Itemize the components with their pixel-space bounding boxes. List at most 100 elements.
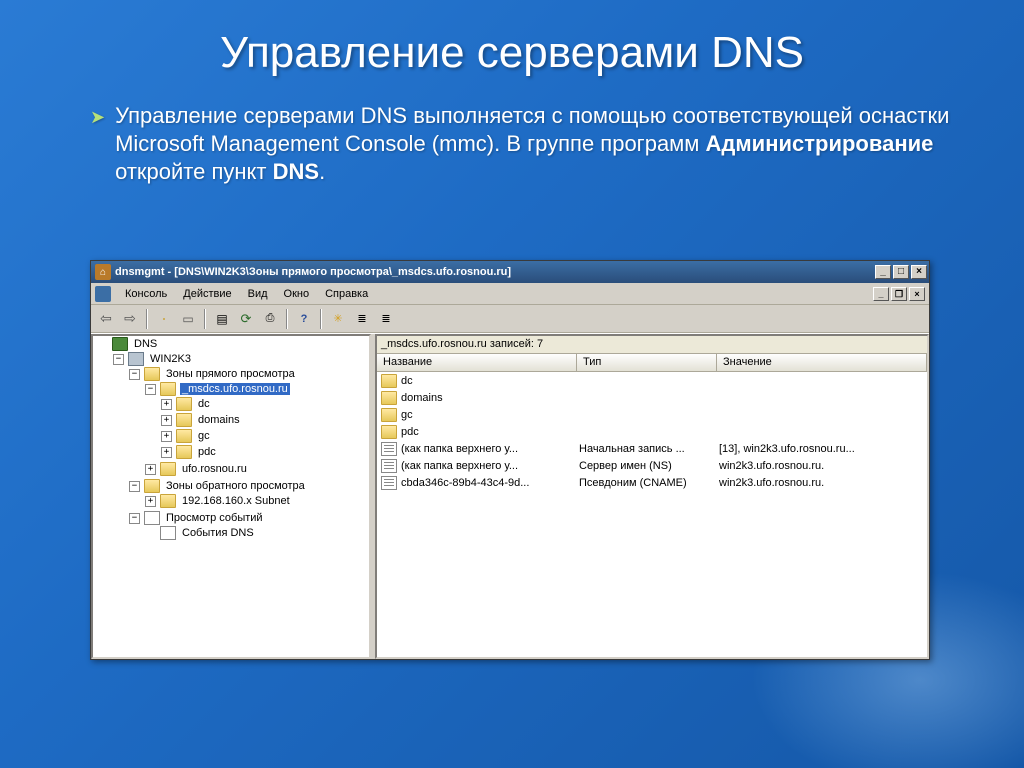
mdi-minimize-button[interactable]: _ (873, 287, 889, 301)
window-title: dnsmgmt - [DNS\WIN2K3\Зоны прямого просм… (115, 266, 511, 278)
mmc-window: ⌂ dnsmgmt - [DNS\WIN2K3\Зоны прямого про… (90, 260, 930, 660)
list-header: Название Тип Значение (377, 354, 927, 372)
tree-item[interactable]: ufo.rosnou.ru (180, 463, 249, 475)
bullet-text-bold: Администрирование (706, 131, 934, 156)
tree-selected-zone[interactable]: _msdcs.ufo.rosnou.ru (180, 383, 290, 395)
folder-icon (176, 397, 192, 411)
export-button[interactable] (259, 308, 281, 330)
view-list-button[interactable] (351, 308, 373, 330)
col-name[interactable]: Название (377, 354, 577, 371)
menubar: Консоль Действие Вид Окно Справка _ ❐ × (91, 283, 929, 305)
expand-icon[interactable]: + (161, 399, 172, 410)
toolbar-separator (320, 309, 322, 329)
view-detail-button[interactable] (375, 308, 397, 330)
zone-icon (160, 462, 176, 476)
expand-icon[interactable]: + (161, 431, 172, 442)
bullet-marker-icon: ➤ (90, 106, 105, 186)
cell-value: win2k3.ufo.rosnou.ru. (719, 460, 923, 472)
record-icon (381, 442, 397, 456)
cell-name: cbda346c-89b4-43c4-9d... (401, 477, 579, 489)
toolbar-separator (286, 309, 288, 329)
folder-icon (176, 413, 192, 427)
tree-item[interactable]: gc (196, 430, 212, 442)
cell-name: dc (401, 375, 579, 387)
list-body[interactable]: dc domains gc pdc (как папка верхнего у.… (377, 372, 927, 657)
list-item[interactable]: (как папка верхнего у...Начальная запись… (377, 440, 927, 457)
record-icon (381, 476, 397, 490)
help-button[interactable] (293, 308, 315, 330)
folder-icon (144, 367, 160, 381)
minimize-button[interactable]: _ (875, 265, 891, 279)
mdi-restore-button[interactable]: ❐ (891, 287, 907, 301)
cell-value: [13], win2k3.ufo.rosnou.ru... (719, 443, 923, 455)
list-item[interactable]: (как папка верхнего у...Сервер имен (NS)… (377, 457, 927, 474)
col-value[interactable]: Значение (717, 354, 927, 371)
bullet-text-part: откройте пункт (115, 159, 273, 184)
tree-forward-zones[interactable]: Зоны прямого просмотра (164, 368, 297, 380)
folder-icon (176, 429, 192, 443)
cell-value: win2k3.ufo.rosnou.ru. (719, 477, 923, 489)
forward-button[interactable] (119, 308, 141, 330)
tree-reverse-zones[interactable]: Зоны обратного просмотра (164, 480, 307, 492)
menu-view[interactable]: Вид (240, 286, 276, 302)
events-icon (144, 511, 160, 525)
folder-icon (176, 445, 192, 459)
col-type[interactable]: Тип (577, 354, 717, 371)
dns-root-icon (112, 337, 128, 351)
path-bar: _msdcs.ufo.rosnou.ru записей: 7 (377, 336, 927, 354)
tree-events[interactable]: Просмотр событий (164, 512, 265, 524)
bullet-text-part: . (319, 159, 325, 184)
folder-icon (381, 391, 397, 405)
cell-type: Начальная запись ... (579, 443, 719, 455)
collapse-icon[interactable]: − (145, 384, 156, 395)
refresh-button[interactable] (235, 308, 257, 330)
mdi-close-button[interactable]: × (909, 287, 925, 301)
maximize-button[interactable]: □ (893, 265, 909, 279)
list-item[interactable]: pdc (377, 423, 927, 440)
collapse-icon[interactable]: − (129, 481, 140, 492)
expand-icon[interactable]: + (161, 447, 172, 458)
folder-icon (144, 479, 160, 493)
cell-name: (как папка верхнего у... (401, 443, 579, 455)
tree-item[interactable]: События DNS (180, 527, 256, 539)
tree-item[interactable]: dc (196, 398, 212, 410)
collapse-icon[interactable]: − (113, 354, 124, 365)
new-button[interactable] (327, 308, 349, 330)
collapse-icon[interactable]: − (129, 369, 140, 380)
record-icon (381, 459, 397, 473)
tree-root[interactable]: DNS (132, 338, 159, 350)
cell-type: Псевдоним (CNAME) (579, 477, 719, 489)
tree-item[interactable]: 192.168.160.x Subnet (180, 495, 292, 507)
list-pane: _msdcs.ufo.rosnou.ru записей: 7 Название… (375, 334, 929, 659)
list-item[interactable]: cbda346c-89b4-43c4-9d...Псевдоним (CNAME… (377, 474, 927, 491)
back-button[interactable] (95, 308, 117, 330)
slide-bullet: ➤ Управление серверами DNS выполняется с… (0, 88, 1024, 186)
cell-name: (как папка верхнего у... (401, 460, 579, 472)
zone-icon (160, 382, 176, 396)
server-icon (128, 352, 144, 366)
list-item[interactable]: domains (377, 389, 927, 406)
tree-item[interactable]: domains (196, 414, 242, 426)
close-button[interactable]: × (911, 265, 927, 279)
cell-type: Сервер имен (NS) (579, 460, 719, 472)
up-button[interactable] (153, 308, 175, 330)
expand-icon[interactable]: + (145, 496, 156, 507)
tree-pane[interactable]: DNS −WIN2K3 −Зоны прямого просмотра −_ms… (91, 334, 371, 659)
tree-item[interactable]: pdc (196, 446, 218, 458)
list-item[interactable]: dc (377, 372, 927, 389)
console-icon (95, 286, 111, 302)
menu-help[interactable]: Справка (317, 286, 376, 302)
expand-icon[interactable]: + (161, 415, 172, 426)
menu-console[interactable]: Консоль (117, 286, 175, 302)
folder-icon (381, 374, 397, 388)
tree-server[interactable]: WIN2K3 (148, 353, 193, 365)
properties-button[interactable] (211, 308, 233, 330)
list-item[interactable]: gc (377, 406, 927, 423)
collapse-icon[interactable]: − (129, 513, 140, 524)
titlebar[interactable]: ⌂ dnsmgmt - [DNS\WIN2K3\Зоны прямого про… (91, 261, 929, 283)
menu-window[interactable]: Окно (276, 286, 318, 302)
expand-icon[interactable]: + (145, 464, 156, 475)
menu-action[interactable]: Действие (175, 286, 239, 302)
slide-title: Управление серверами DNS (0, 0, 1024, 88)
show-hide-tree-button[interactable] (177, 308, 199, 330)
